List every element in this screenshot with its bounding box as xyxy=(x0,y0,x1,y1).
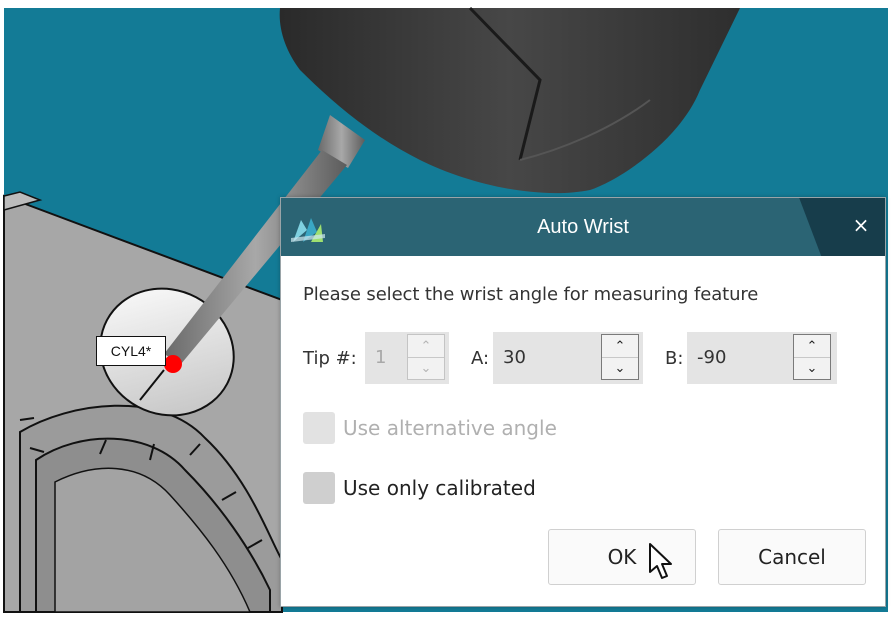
angle-b-label: B: xyxy=(665,348,684,369)
spin-down-icon: ⌄ xyxy=(420,360,432,376)
spin-up-icon[interactable]: ⌃ xyxy=(602,335,638,358)
use-alternative-angle-row: Use alternative angle xyxy=(303,412,557,444)
spin-down-icon[interactable]: ⌄ xyxy=(602,357,638,379)
tip-label: Tip #: xyxy=(303,348,357,369)
cancel-button[interactable]: Cancel xyxy=(718,529,866,585)
angle-a-label: A: xyxy=(471,348,490,369)
ok-button[interactable]: OK xyxy=(548,529,696,585)
dialog-title: Auto Wrist xyxy=(537,216,629,238)
use-alternative-angle-label: Use alternative angle xyxy=(343,416,557,440)
dialog-titlebar[interactable]: Auto Wrist × xyxy=(281,198,885,256)
use-only-calibrated-checkbox[interactable] xyxy=(303,472,335,504)
mouse-cursor-icon xyxy=(649,543,672,579)
angle-a-spinner[interactable]: ⌃ ⌄ xyxy=(601,334,639,380)
use-only-calibrated-label[interactable]: Use only calibrated xyxy=(343,476,536,500)
auto-wrist-dialog: Auto Wrist × Please select the wrist ang… xyxy=(280,197,886,607)
close-icon[interactable]: × xyxy=(849,213,873,237)
use-alternative-angle-checkbox xyxy=(303,412,335,444)
feature-label: CYL4* xyxy=(96,336,166,366)
prompt-text: Please select the wrist angle for measur… xyxy=(303,284,759,305)
tip-spinner: ⌃ ⌄ xyxy=(407,334,445,380)
spin-up-icon[interactable]: ⌃ xyxy=(794,335,830,358)
use-only-calibrated-row[interactable]: Use only calibrated xyxy=(303,472,536,504)
spin-down-icon[interactable]: ⌄ xyxy=(794,357,830,379)
spin-up-icon: ⌃ xyxy=(408,335,444,358)
angle-b-spinner[interactable]: ⌃ ⌄ xyxy=(793,334,831,380)
probe-tip xyxy=(164,355,182,373)
